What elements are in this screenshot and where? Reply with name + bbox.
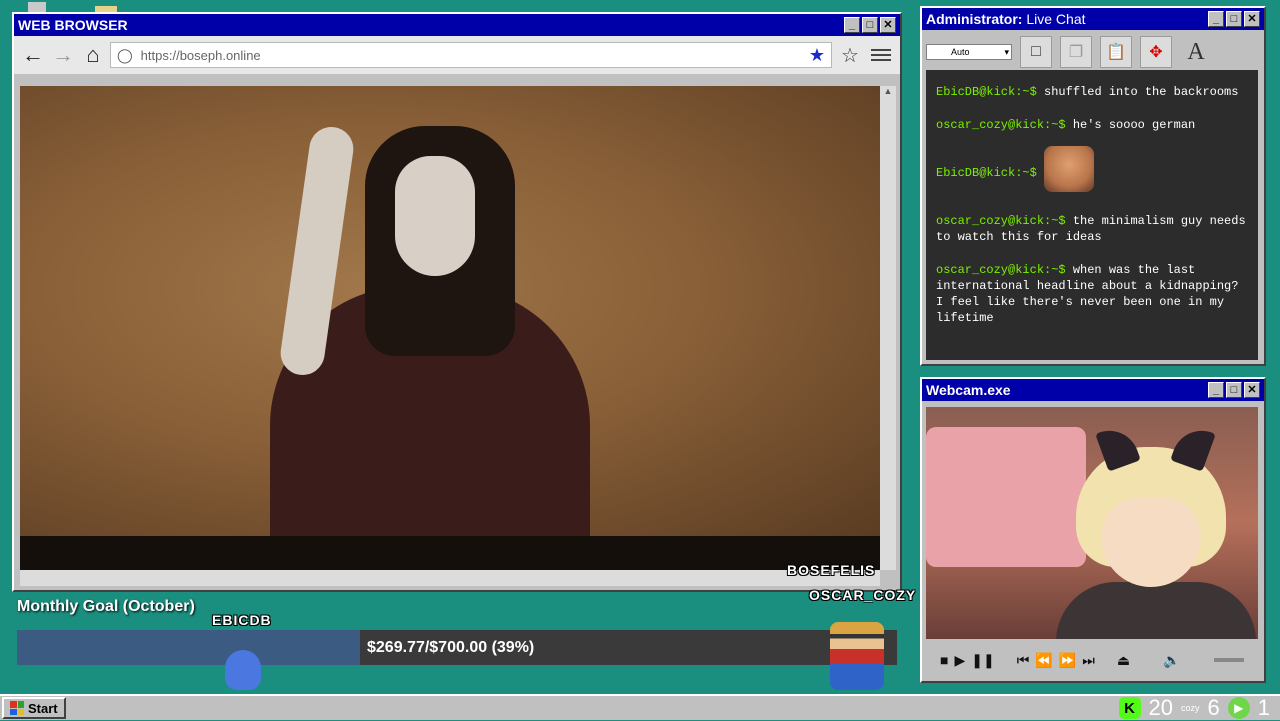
maximize-button[interactable]: □	[1226, 382, 1242, 398]
browser-title: WEB BROWSER	[18, 17, 844, 33]
chat-window: Administrator: Live Chat _ □ ✕ Auto ▾ □ …	[920, 6, 1266, 366]
webcam-title: Webcam.exe	[926, 382, 1208, 398]
chat-message: EbicDB@kick:~$ shuffled into the backroo…	[936, 84, 1248, 100]
windows-logo-icon	[10, 701, 24, 715]
bookmarked-star-icon[interactable]: ★	[809, 45, 825, 66]
minimize-button[interactable]: _	[1208, 11, 1224, 27]
blue-hedgehog-sprite	[225, 650, 261, 690]
goal-progress-fill	[17, 630, 360, 665]
volume-slider[interactable]	[1214, 658, 1244, 662]
scroll-up-icon[interactable]: ▲	[880, 86, 896, 102]
horizontal-scrollbar[interactable]	[20, 570, 880, 586]
browser-window: WEB BROWSER _ □ ✕ ← → ⌂ ◯ ★ ☆ ▲	[12, 12, 902, 592]
chat-message: oscar_cozy@kick:~$ when was the last int…	[936, 262, 1248, 326]
minimize-button[interactable]: _	[1208, 382, 1224, 398]
font-icon[interactable]: A	[1180, 36, 1212, 68]
video-frame	[20, 86, 880, 536]
start-button[interactable]: Start	[2, 697, 66, 719]
home-icon[interactable]: ⌂	[80, 42, 106, 68]
rewind-icon[interactable]: ⏪	[1035, 652, 1052, 669]
chat-text: he's soooo german	[1073, 118, 1195, 132]
goal-amount: $269.77/$700.00 (39%)	[367, 630, 534, 665]
select-region-icon[interactable]: □	[1020, 36, 1052, 68]
fast-forward-icon[interactable]: ⏩	[1059, 652, 1076, 669]
play-icon[interactable]: ▶	[954, 652, 965, 669]
size-select[interactable]: Auto ▾	[926, 44, 1012, 60]
move-icon[interactable]: ✥	[1140, 36, 1172, 68]
chat-message: oscar_cozy@kick:~$ the minimalism guy ne…	[936, 213, 1248, 245]
chat-username: EbicDB@kick:~$	[936, 166, 1037, 180]
chat-toolbar: Auto ▾ □ ❐ 📋 ✥ A	[922, 30, 1264, 74]
chat-username: oscar_cozy@kick:~$	[936, 214, 1066, 228]
webcam-window: Webcam.exe _ □ ✕ ■ ▶ ❚❚ ⏮ ⏪ ⏩ ⏭ ⏏ 🔈	[920, 377, 1266, 683]
chat-titlebar[interactable]: Administrator: Live Chat _ □ ✕	[922, 8, 1264, 30]
media-controls: ■ ▶ ❚❚ ⏮ ⏪ ⏩ ⏭ ⏏ 🔈	[926, 645, 1258, 675]
cozy-logo-label[interactable]: cozy	[1181, 703, 1200, 713]
menu-icon[interactable]	[868, 46, 894, 64]
background-pillow	[926, 427, 1086, 567]
favorites-star-icon[interactable]: ☆	[836, 43, 864, 68]
chat-log[interactable]: EbicDB@kick:~$ shuffled into the backroo…	[926, 70, 1258, 360]
vertical-scrollbar[interactable]: ▲	[880, 86, 896, 570]
kick-logo-icon[interactable]: K	[1119, 697, 1141, 719]
viewer-tag-oscar: OSCAR_COZY	[809, 587, 916, 603]
skip-forward-icon[interactable]: ⏭	[1082, 652, 1095, 669]
globe-icon: ◯	[117, 47, 133, 64]
taskbar: Start K 20 cozy 6 ▶ 1	[0, 694, 1280, 720]
webcam-feed	[926, 407, 1258, 639]
back-arrow-icon[interactable]: ←	[20, 42, 46, 68]
skip-back-icon[interactable]: ⏮	[1017, 652, 1030, 669]
chat-username: oscar_cozy@kick:~$	[936, 263, 1066, 277]
volume-icon[interactable]: 🔈	[1163, 652, 1180, 669]
url-input[interactable]	[139, 47, 803, 64]
play-logo-icon[interactable]: ▶	[1228, 697, 1250, 719]
forward-arrow-icon[interactable]: →	[50, 42, 76, 68]
kick-viewer-count: 20	[1149, 695, 1173, 721]
eject-icon[interactable]: ⏏	[1117, 652, 1130, 669]
close-button[interactable]: ✕	[1244, 382, 1260, 398]
chat-username: oscar_cozy@kick:~$	[936, 118, 1066, 132]
stop-icon[interactable]: ■	[940, 652, 948, 668]
system-tray: K 20 cozy 6 ▶ 1	[1119, 695, 1280, 721]
chat-username: EbicDB@kick:~$	[936, 85, 1037, 99]
webcam-titlebar[interactable]: Webcam.exe _ □ ✕	[922, 379, 1264, 401]
chat-subtitle: Live Chat	[1026, 11, 1085, 27]
chat-message: oscar_cozy@kick:~$ he's soooo german	[936, 117, 1248, 133]
chevron-down-icon: ▾	[1004, 47, 1009, 58]
desktop-icon[interactable]	[28, 2, 46, 12]
close-button[interactable]: ✕	[1244, 11, 1260, 27]
avatar-sweater	[1056, 582, 1256, 639]
cozy-viewer-count: 6	[1208, 695, 1220, 721]
copy-icon[interactable]: ❐	[1060, 36, 1092, 68]
close-button[interactable]: ✕	[880, 17, 896, 33]
faceless-mannequin-face	[395, 156, 475, 276]
chat-title: Administrator:	[926, 11, 1022, 27]
viewer-tag-bosefelis: BOSEFELIS	[787, 562, 875, 578]
goal-progress-bar: $269.77/$700.00 (39%)	[17, 630, 897, 665]
emote-image	[1044, 146, 1094, 192]
video-viewport[interactable]	[20, 86, 880, 570]
minimize-button[interactable]: _	[844, 17, 860, 33]
pirate-character-sprite	[830, 622, 884, 690]
size-select-value: Auto	[951, 47, 970, 57]
paste-icon[interactable]: 📋	[1100, 36, 1132, 68]
letterbox-bar	[20, 536, 880, 570]
browser-navbar: ← → ⌂ ◯ ★ ☆	[14, 36, 900, 74]
maximize-button[interactable]: □	[1226, 11, 1242, 27]
viewer-tag-ebicdb: EBICDB	[212, 612, 272, 628]
browser-titlebar[interactable]: WEB BROWSER _ □ ✕	[14, 14, 900, 36]
maximize-button[interactable]: □	[862, 17, 878, 33]
start-label: Start	[28, 701, 58, 716]
chat-text: shuffled into the backrooms	[1044, 85, 1238, 99]
chat-message: EbicDB@kick:~$	[936, 150, 1248, 196]
address-bar[interactable]: ◯ ★	[110, 42, 832, 68]
avatar-face	[1101, 497, 1201, 587]
pause-icon[interactable]: ❚❚	[971, 652, 994, 669]
goal-title: Monthly Goal (October)	[17, 598, 195, 616]
other-viewer-count: 1	[1258, 695, 1270, 721]
